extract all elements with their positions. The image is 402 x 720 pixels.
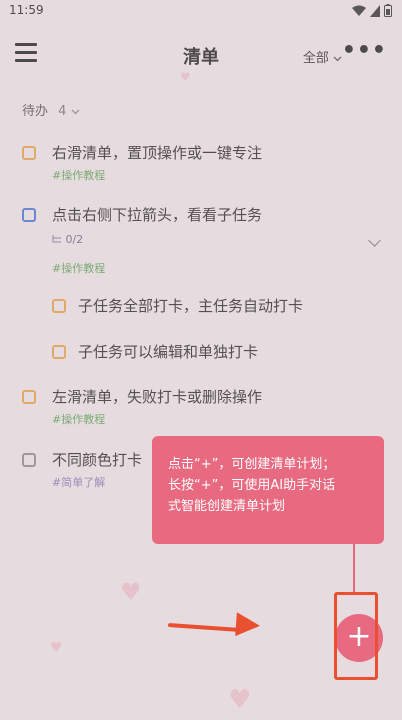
heart-icon: ♥ (50, 640, 63, 656)
heart-icon: ♥ (180, 70, 191, 84)
pointer-arrow-head-icon (235, 612, 261, 638)
guide-tooltip: 点击“+”，可创建清单计划； 长按“+”，可使用AI助手对话 式智能创建清单计划 (152, 436, 384, 544)
tooltip-line: 点击“+”，可创建清单计划； (168, 457, 336, 472)
tooltip-line: 长按“+”，可使用AI助手对话 (168, 478, 336, 493)
heart-icon: ♥ (228, 685, 252, 715)
tooltip-line: 式智能创建清单计划 (168, 499, 286, 514)
fab-highlight-frame (334, 592, 378, 680)
heart-icon: ♥ (120, 578, 142, 606)
tooltip-connector (353, 544, 355, 592)
